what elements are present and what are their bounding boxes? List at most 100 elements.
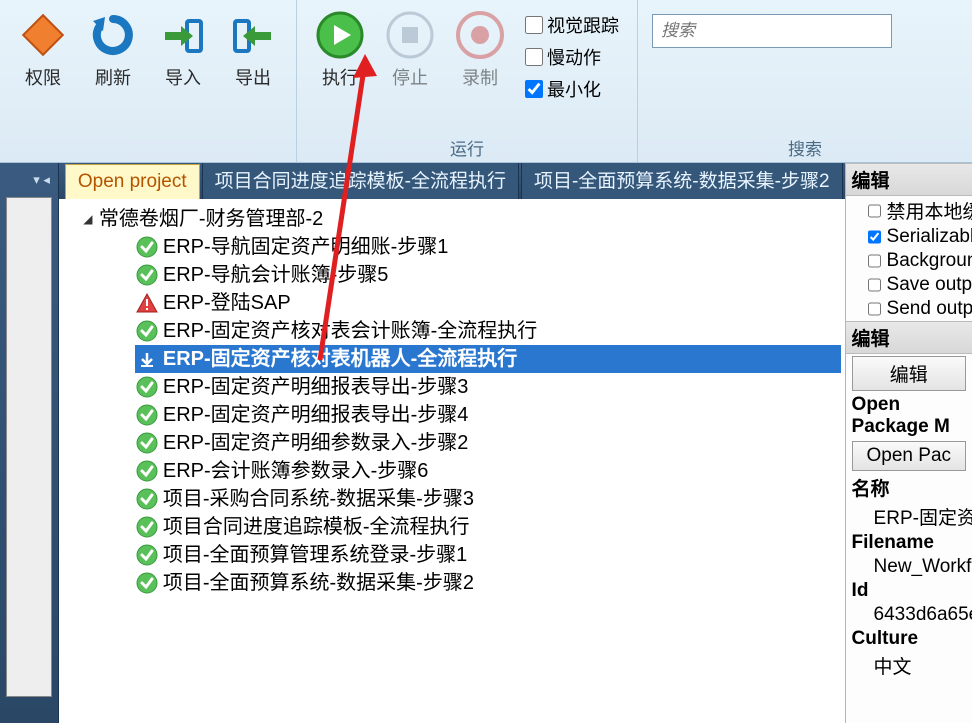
download-icon bbox=[135, 347, 159, 371]
project-tree[interactable]: ◢ 常德卷烟厂-财务管理部-2 ERP-导航固定资产明细账-步骤1ERP-导航会… bbox=[59, 199, 845, 723]
record-label: 录制 bbox=[462, 64, 498, 90]
properties-panel: 编辑 禁用本地缓 Serializabl Backgroun Save outp… bbox=[845, 163, 972, 723]
serializable-checkbox[interactable] bbox=[868, 228, 881, 246]
tree-item-label: ERP-固定资产核对表机器人-全流程执行 bbox=[163, 345, 517, 373]
tree-item[interactable]: ERP-导航会计账簿-步骤5 bbox=[135, 261, 841, 289]
execute-label: 执行 bbox=[322, 64, 358, 90]
ribbon: 权限 刷新 导入 导出 bbox=[0, 0, 972, 163]
id-header: Id bbox=[846, 579, 972, 603]
open-pkg-header: Open Package M bbox=[846, 393, 972, 439]
props-edit-header2: 编辑 bbox=[846, 321, 972, 354]
disable-local-checkbox[interactable] bbox=[868, 202, 881, 220]
name-header: 名称 bbox=[846, 473, 972, 502]
ribbon-group-file-label bbox=[8, 156, 288, 160]
visual-tracking-label: 视觉跟踪 bbox=[547, 12, 619, 38]
open-package-button[interactable]: Open Pac bbox=[852, 441, 966, 471]
edit-button[interactable]: 编辑 bbox=[852, 356, 966, 391]
save-output-checkbox[interactable] bbox=[868, 276, 881, 294]
tree-item[interactable]: ERP-固定资产核对表机器人-全流程执行 bbox=[135, 345, 841, 373]
search-box bbox=[652, 14, 892, 131]
left-panel: ▾ ◂ bbox=[0, 163, 59, 723]
tree-item-label: ERP-固定资产明细报表导出-步骤3 bbox=[163, 373, 469, 401]
filename-header: Filename bbox=[846, 531, 972, 555]
tree-root-node[interactable]: ◢ 常德卷烟厂-财务管理部-2 bbox=[81, 205, 841, 233]
tree-item-label: ERP-导航固定资产明细账-步骤1 bbox=[163, 233, 449, 261]
props-edit-header: 编辑 bbox=[846, 163, 972, 196]
record-icon bbox=[455, 10, 505, 60]
refresh-label: 刷新 bbox=[95, 64, 131, 90]
background-label: Backgroun bbox=[887, 250, 972, 272]
tree-item[interactable]: ERP-固定资产明细报表导出-步骤4 bbox=[135, 401, 841, 429]
tree-item-label: 项目合同进度追踪模板-全流程执行 bbox=[163, 513, 470, 541]
export-button[interactable]: 导出 bbox=[218, 4, 288, 156]
tree-item[interactable]: ERP-固定资产明细参数录入-步骤2 bbox=[135, 429, 841, 457]
ribbon-group-run-label: 运行 bbox=[305, 131, 629, 160]
tree-item[interactable]: 项目-全面预算管理系统登录-步骤1 bbox=[135, 541, 841, 569]
tree-item[interactable]: ERP-固定资产核对表会计账簿-全流程执行 bbox=[135, 317, 841, 345]
import-button[interactable]: 导入 bbox=[148, 4, 218, 156]
id-value: 6433d6a65e1 bbox=[846, 603, 972, 627]
ribbon-group-search: 搜索 bbox=[638, 0, 972, 162]
tab-open-project[interactable]: Open project bbox=[65, 164, 200, 199]
check-icon bbox=[135, 263, 159, 287]
minimize-checkbox[interactable]: 最小化 bbox=[525, 76, 619, 102]
tab-project-contract[interactable]: 项目合同进度追踪模板-全流程执行 bbox=[202, 163, 519, 199]
tree-item-label: ERP-固定资产核对表会计账簿-全流程执行 bbox=[163, 317, 537, 345]
tree-item-label: 项目-全面预算管理系统登录-步骤1 bbox=[163, 541, 467, 569]
serializable-label: Serializabl bbox=[887, 226, 972, 248]
execute-button[interactable]: 执行 bbox=[305, 4, 375, 131]
warning-icon bbox=[135, 291, 159, 315]
refresh-icon bbox=[88, 10, 138, 60]
ribbon-group-search-label: 搜索 bbox=[646, 131, 964, 160]
stop-label: 停止 bbox=[392, 64, 428, 90]
minimize-label: 最小化 bbox=[547, 76, 601, 102]
tree-item-label: 项目-采购合同系统-数据采集-步骤3 bbox=[163, 485, 474, 513]
run-options: 视觉跟踪 慢动作 最小化 bbox=[515, 4, 629, 131]
background-checkbox[interactable] bbox=[868, 252, 881, 270]
permissions-button[interactable]: 权限 bbox=[8, 4, 78, 156]
record-button[interactable]: 录制 bbox=[445, 4, 515, 131]
stop-button[interactable]: 停止 bbox=[375, 4, 445, 131]
filename-value: New_Workflo bbox=[846, 555, 972, 579]
name-value: ERP-固定资产核 bbox=[846, 502, 972, 531]
tree-item[interactable]: 项目-全面预算系统-数据采集-步骤2 bbox=[135, 569, 841, 597]
ribbon-group-file: 权限 刷新 导入 导出 bbox=[0, 0, 297, 162]
stop-icon bbox=[385, 10, 435, 60]
tree-item[interactable]: 项目合同进度追踪模板-全流程执行 bbox=[135, 513, 841, 541]
search-input[interactable] bbox=[652, 14, 892, 48]
send-output-checkbox[interactable] bbox=[868, 300, 881, 318]
check-icon bbox=[135, 543, 159, 567]
import-label: 导入 bbox=[165, 64, 201, 90]
tree-item-label: ERP-固定资产明细报表导出-步骤4 bbox=[163, 401, 469, 429]
check-icon bbox=[135, 431, 159, 455]
content: ▾ ◂ Open project 项目合同进度追踪模板-全流程执行 项目-全面预… bbox=[0, 163, 972, 723]
left-panel-body bbox=[6, 197, 52, 697]
permissions-label: 权限 bbox=[25, 64, 61, 90]
left-panel-toggle[interactable]: ▾ ◂ bbox=[0, 163, 58, 197]
slow-motion-label: 慢动作 bbox=[547, 44, 601, 70]
play-icon bbox=[315, 10, 365, 60]
tree-item[interactable]: ERP-会计账簿参数录入-步骤6 bbox=[135, 457, 841, 485]
culture-value: 中文 bbox=[846, 651, 972, 680]
export-label: 导出 bbox=[235, 64, 271, 90]
tab-project-budget[interactable]: 项目-全面预算系统-数据采集-步骤2 bbox=[521, 163, 843, 199]
tree-item-label: ERP-会计账簿参数录入-步骤6 bbox=[163, 457, 429, 485]
collapse-icon[interactable]: ◢ bbox=[81, 212, 95, 226]
visual-tracking-checkbox[interactable]: 视觉跟踪 bbox=[525, 12, 619, 38]
slow-motion-checkbox[interactable]: 慢动作 bbox=[525, 44, 619, 70]
import-icon bbox=[158, 10, 208, 60]
tree-item[interactable]: 项目-采购合同系统-数据采集-步骤3 bbox=[135, 485, 841, 513]
check-icon bbox=[135, 459, 159, 483]
send-output-label: Send outp bbox=[887, 298, 972, 320]
tree-item-label: ERP-导航会计账簿-步骤5 bbox=[163, 261, 389, 289]
check-icon bbox=[135, 571, 159, 595]
save-output-label: Save outp bbox=[887, 274, 972, 296]
tree-item-label: 项目-全面预算系统-数据采集-步骤2 bbox=[163, 569, 474, 597]
check-icon bbox=[135, 319, 159, 343]
tree-item[interactable]: ERP-登陆SAP bbox=[135, 289, 841, 317]
refresh-button[interactable]: 刷新 bbox=[78, 4, 148, 156]
tabstrip: Open project 项目合同进度追踪模板-全流程执行 项目-全面预算系统-… bbox=[59, 163, 845, 199]
tree-item[interactable]: ERP-导航固定资产明细账-步骤1 bbox=[135, 233, 841, 261]
tree-item[interactable]: ERP-固定资产明细报表导出-步骤3 bbox=[135, 373, 841, 401]
disable-local-label: 禁用本地缓 bbox=[887, 197, 972, 224]
